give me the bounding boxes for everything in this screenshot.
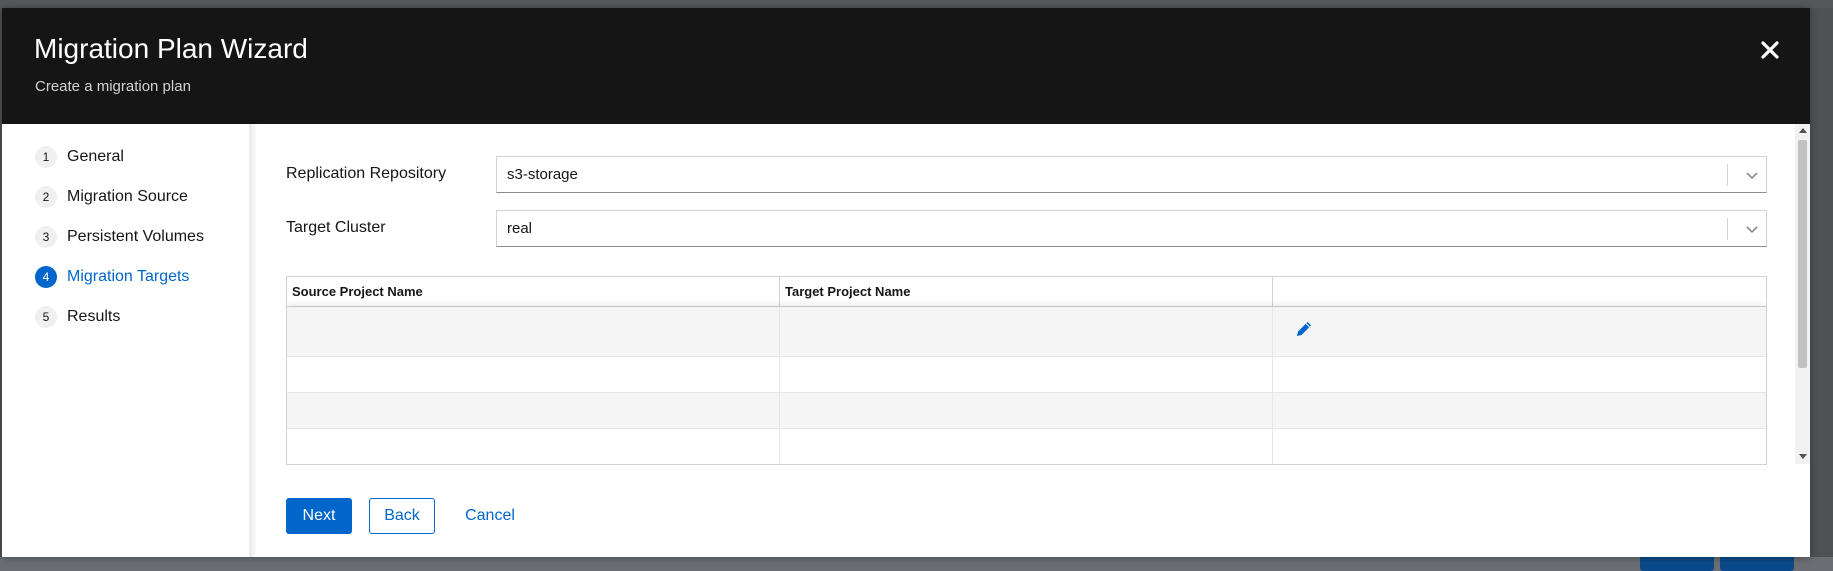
table-row [287,429,1766,464]
column-header-target: Target Project Name [780,277,1273,307]
target-cluster-label: Target Cluster [286,219,386,236]
backdrop-bottom [0,557,1833,571]
pencil-icon[interactable] [1294,319,1314,339]
select-separator [1727,218,1728,240]
step-label: Results [67,308,121,325]
step-number: 2 [35,186,57,208]
step-label: Migration Source [67,188,188,205]
modal-subtitle: Create a migration plan [35,78,191,95]
table-header: Source Project Name Target Project Name [287,277,1766,307]
wizard-body: Replication Repository s3-storage Target… [255,124,1792,557]
target-project-cell [780,357,1273,392]
source-project-cell [287,393,780,428]
source-project-cell [287,307,780,356]
next-button[interactable]: Next [286,498,352,534]
chevron-down-icon[interactable] [1742,165,1762,185]
target-project-cell [780,393,1273,428]
source-project-cell [287,429,780,464]
source-project-cell [287,357,780,392]
chevron-down-icon[interactable] [1742,219,1762,239]
modal-header: Migration Plan Wizard Create a migration… [2,8,1810,124]
step-number: 3 [35,226,57,248]
step-number: 5 [35,306,57,328]
step-results[interactable]: 5 Results [35,304,120,330]
back-button[interactable]: Back [369,498,435,534]
scroll-down-icon[interactable] [1799,454,1807,459]
target-project-cell [780,429,1273,464]
step-number: 1 [35,146,57,168]
vertical-scrollbar[interactable] [1795,124,1810,464]
scroll-up-icon[interactable] [1799,128,1807,133]
modal-title: Migration Plan Wizard [34,33,308,64]
step-number: 4 [35,266,57,288]
project-mapping-table: Source Project Name Target Project Name [286,276,1767,465]
select-value: s3-storage [507,166,578,183]
cancel-button[interactable]: Cancel [450,498,530,534]
step-migration-source[interactable]: 2 Migration Source [35,184,188,210]
select-separator [1727,164,1728,186]
step-migration-targets[interactable]: 4 Migration Targets [35,264,189,290]
close-button[interactable] [1752,32,1788,68]
wizard-steps-nav: 1 General 2 Migration Source 3 Persisten… [2,124,252,557]
step-persistent-volumes[interactable]: 3 Persistent Volumes [35,224,204,250]
backdrop-top [0,0,1833,8]
close-icon [1761,41,1779,59]
scroll-thumb[interactable] [1798,140,1807,368]
column-header-actions [1273,277,1766,307]
select-value: real [507,220,533,237]
replication-repository-label: Replication Repository [286,165,447,182]
table-row [287,357,1766,393]
step-general[interactable]: 1 General [35,144,124,170]
table-row [287,307,1766,357]
table-row [287,393,1766,429]
wizard-modal: Migration Plan Wizard Create a migration… [2,8,1810,557]
step-label: General [67,148,124,165]
column-header-source: Source Project Name [287,277,780,307]
replication-repository-select[interactable]: s3-storage [496,156,1767,193]
step-label: Migration Targets [67,268,190,285]
target-project-cell [780,307,1273,356]
step-label: Persistent Volumes [67,228,204,245]
target-cluster-select[interactable]: real [496,210,1767,247]
